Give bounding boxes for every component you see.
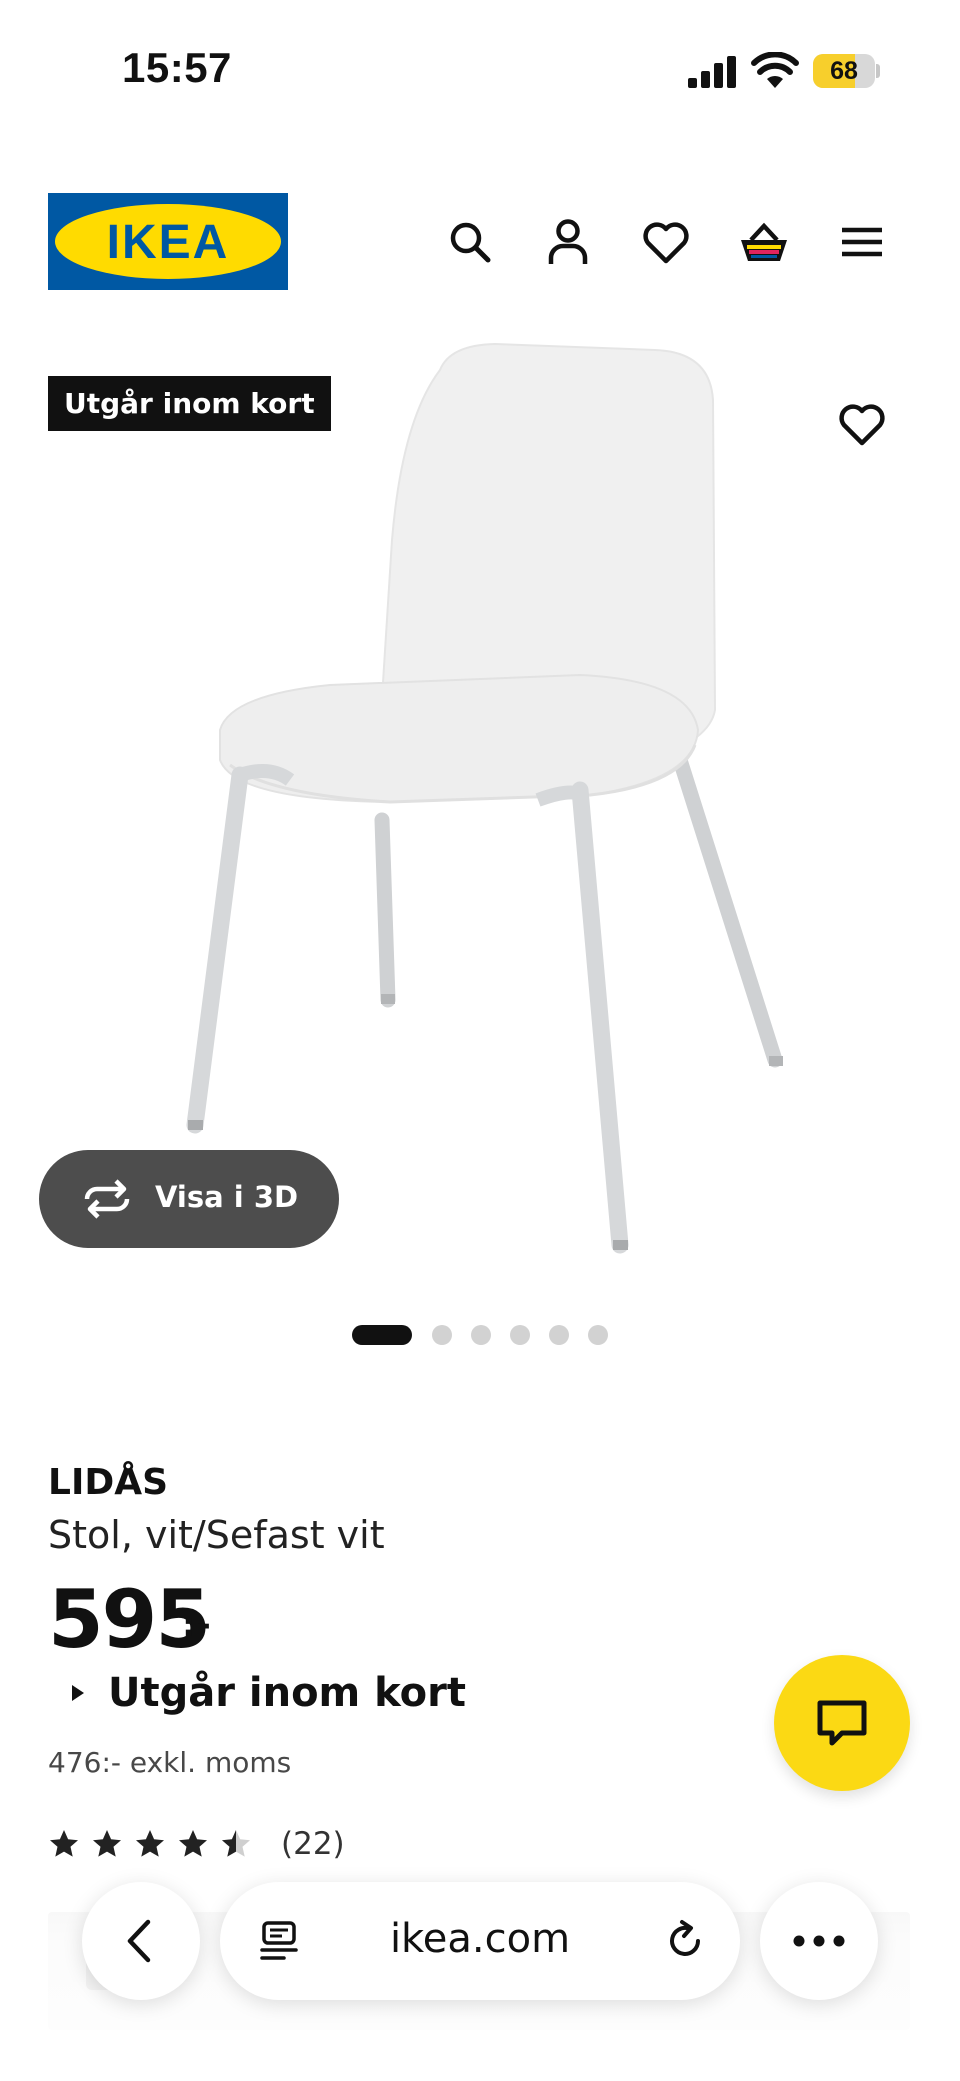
- carousel-dot-active[interactable]: [352, 1325, 412, 1345]
- star-full-icon: [136, 1830, 164, 1857]
- product-image[interactable]: [150, 340, 800, 1280]
- signal-icon: [688, 56, 736, 88]
- triangle-right-icon[interactable]: [70, 1684, 86, 1702]
- battery-indicator: 68: [813, 54, 875, 88]
- carousel-dot[interactable]: [510, 1325, 530, 1345]
- chat-icon: [817, 1700, 867, 1746]
- wishlist-icon[interactable]: [640, 216, 692, 268]
- basket-icon[interactable]: [738, 216, 790, 268]
- wifi-icon: [751, 52, 799, 88]
- account-icon[interactable]: [542, 216, 594, 268]
- star-full-icon: [179, 1830, 207, 1857]
- chat-button[interactable]: [774, 1655, 910, 1791]
- more-dots-icon: [793, 1935, 845, 1947]
- battery-level: 68: [830, 57, 858, 85]
- menu-icon[interactable]: [836, 216, 888, 268]
- rating-stars[interactable]: [48, 1828, 268, 1860]
- chevron-left-icon: [127, 1919, 151, 1963]
- price-ex-vat: 476:- exkl. moms: [48, 1746, 292, 1779]
- rotate-3d-icon: [84, 1179, 130, 1219]
- price-suffix: :-: [182, 1605, 212, 1645]
- product-description: Stol, vit/Sefast vit: [48, 1513, 385, 1557]
- logo-text: IKEA: [106, 216, 230, 269]
- product-name: LIDÅS: [48, 1462, 169, 1503]
- carousel-dot[interactable]: [549, 1325, 569, 1345]
- address-bar[interactable]: ikea.com: [220, 1882, 740, 2000]
- heart-icon[interactable]: [836, 398, 888, 450]
- search-icon[interactable]: [444, 216, 496, 268]
- ikea-logo[interactable]: IKEA: [48, 193, 288, 290]
- back-button[interactable]: [82, 1882, 200, 2000]
- reload-icon[interactable]: [662, 1918, 708, 1964]
- carousel-dot[interactable]: [588, 1325, 608, 1345]
- review-count[interactable]: (22): [281, 1826, 345, 1862]
- more-button[interactable]: [760, 1882, 878, 2000]
- star-full-icon: [93, 1830, 121, 1857]
- view-3d-label: Visa i 3D: [155, 1180, 299, 1214]
- carousel-dot[interactable]: [432, 1325, 452, 1345]
- status-time: 15:57: [122, 44, 232, 91]
- availability-status[interactable]: Utgår inom kort: [108, 1670, 466, 1716]
- carousel-dot[interactable]: [471, 1325, 491, 1345]
- status-badge: Utgår inom kort: [48, 376, 331, 431]
- view-3d-button[interactable]: Visa i 3D: [39, 1150, 339, 1248]
- star-full-icon: [50, 1830, 78, 1857]
- battery-nub: [876, 64, 880, 78]
- star-half-icon: [222, 1830, 250, 1857]
